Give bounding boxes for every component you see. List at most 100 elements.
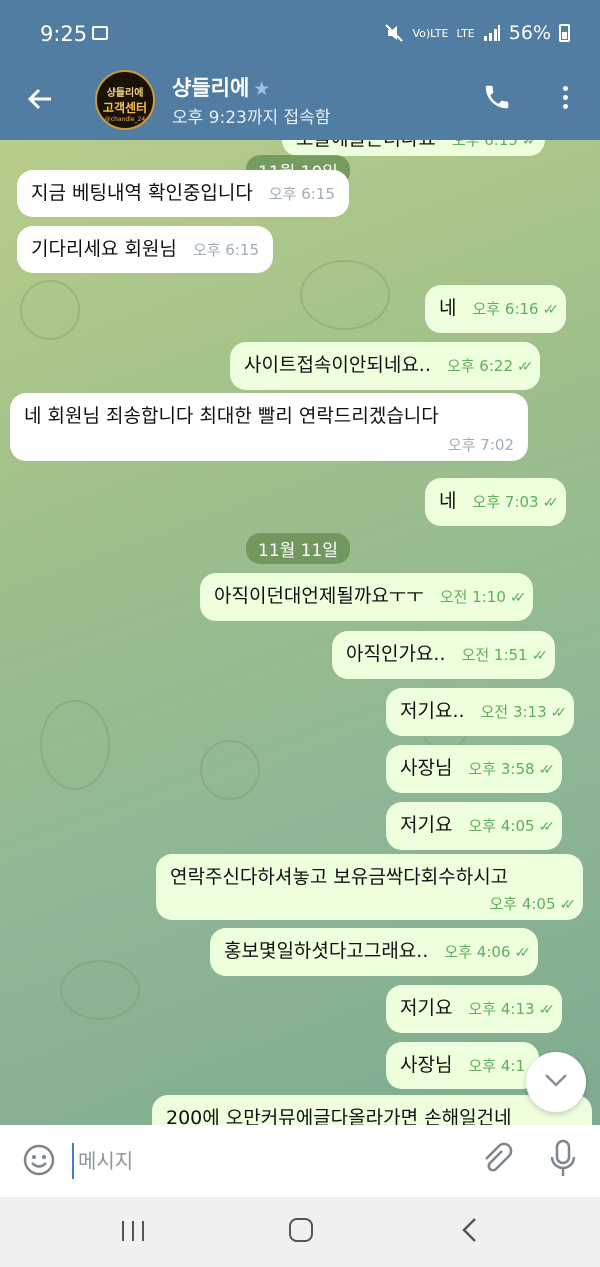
message-text: 네 회원님 죄송합니다 최대한 빨리 연락드리겠습니다 bbox=[24, 405, 439, 427]
message-bubble-incoming[interactable]: 네 회원님 죄송합니다 최대한 빨리 연락드리겠습니다 오후 7:02 bbox=[10, 393, 528, 461]
gallery-icon bbox=[92, 26, 108, 40]
message-bubble-outgoing[interactable]: 네 오후 6:16 ✓✓ bbox=[425, 285, 567, 333]
message-bubble-incoming[interactable]: 기다리세요 회원님 오후 6:15 bbox=[17, 226, 273, 273]
message-meta: 오후 4:13 ✓✓ bbox=[468, 986, 556, 1033]
message-bubble-outgoing[interactable]: 200에 오만커뮤에글다올라가면 손해일건네 bbox=[152, 1095, 592, 1125]
message-text: 아직인가요.. bbox=[346, 643, 446, 665]
volte-label: Vo)LTE bbox=[412, 26, 449, 40]
message-meta: 오후 4:05 ✓✓ bbox=[468, 803, 556, 850]
contact-name: 샹들리에 bbox=[172, 76, 250, 100]
message-meta: 오후 4:05 ✓✓ bbox=[489, 893, 576, 914]
double-check-icon: ✓✓ bbox=[538, 1002, 556, 1018]
message-time: 오후 3:58 bbox=[468, 760, 535, 778]
date-separator: 11월 11일 bbox=[246, 533, 350, 564]
message-time: 오후 4:13 bbox=[468, 1000, 535, 1018]
message-meta: 오전 1:10 ✓✓ bbox=[439, 574, 527, 621]
message-bubble-outgoing[interactable]: 저기요 오후 4:13 ✓✓ bbox=[386, 985, 563, 1033]
nav-back-icon[interactable] bbox=[460, 1217, 480, 1243]
message-time: 오후 4:1 bbox=[468, 1057, 526, 1075]
message-text: 연락주신다하셔놓고 보유금싹다회수하시고 bbox=[170, 866, 509, 888]
message-text: 저기요 bbox=[400, 814, 453, 836]
avatar-line-3: @chandle_24 bbox=[104, 116, 146, 123]
battery-icon bbox=[559, 24, 570, 42]
message-time: 오후 4:05 bbox=[468, 817, 535, 835]
message-time: 오전 1:10 bbox=[439, 588, 506, 606]
avatar-line-2: 고객센터 bbox=[102, 101, 148, 115]
message-time: 오후 6:16 bbox=[472, 300, 539, 318]
message-meta: 오후 4:06 ✓✓ bbox=[444, 929, 531, 976]
message-bubble-outgoing[interactable]: 연락주신다하셔놓고 보유금싹다회수하시고 오후 4:05 ✓✓ bbox=[156, 854, 583, 920]
message-text: 기다리세요 회원님 bbox=[31, 238, 177, 260]
message-bubble-outgoing[interactable]: 네 오후 7:03 ✓✓ bbox=[425, 478, 567, 526]
status-bar: 9:25 Vo)LTE LTE 56% bbox=[0, 0, 600, 70]
message-time: 오후 6:15 bbox=[451, 140, 518, 149]
message-text: 사이트접속이안되네요.. bbox=[244, 354, 431, 376]
message-meta: 오후 6:15 ✓✓ bbox=[451, 140, 539, 164]
message-text: 네 bbox=[439, 297, 457, 319]
double-check-icon: ✓✓ bbox=[531, 648, 549, 664]
double-check-icon: ✓✓ bbox=[538, 819, 556, 835]
background-doodle bbox=[20, 280, 80, 340]
message-time: 오후 4:05 bbox=[489, 895, 556, 913]
message-time: 오후 7:02 bbox=[447, 436, 514, 454]
message-text: 홍보몇일하셧다고그래요.. bbox=[224, 940, 429, 962]
emoji-icon[interactable] bbox=[22, 1143, 56, 1177]
message-meta: 오전 3:13 ✓✓ bbox=[480, 689, 568, 736]
double-check-icon: ✓✓ bbox=[538, 762, 556, 778]
double-check-icon: ✓✓ bbox=[521, 140, 539, 149]
message-bubble-outgoing[interactable]: 아직인가요.. 오전 1:51 ✓✓ bbox=[332, 631, 556, 679]
network-label: LTE bbox=[456, 26, 475, 40]
paperclip-icon[interactable] bbox=[478, 1141, 514, 1177]
status-time: 9:25 bbox=[40, 22, 88, 46]
message-time: 오전 3:13 bbox=[480, 703, 547, 721]
chat-area[interactable]: 오늘에글든러나요 오후 6:15✓✓ 11월 10일 지금 베팅내역 확인중입니… bbox=[0, 140, 600, 1125]
message-text: 네 bbox=[439, 490, 457, 512]
message-bubble-outgoing[interactable]: 저기요.. 오전 3:13 ✓✓ bbox=[386, 688, 575, 736]
status-indicators: Vo)LTE LTE 56% bbox=[384, 22, 570, 44]
message-bubble-outgoing[interactable]: 사이트접속이안되네요.. 오후 6:22 ✓✓ bbox=[230, 342, 541, 390]
message-bubble-outgoing[interactable]: 사장님 오후 4:1 bbox=[386, 1042, 540, 1089]
message-text: 사장님 bbox=[400, 757, 453, 779]
message-time: 오후 7:03 bbox=[472, 493, 539, 511]
message-meta: 오후 6:22 ✓✓ bbox=[447, 343, 534, 390]
message-input[interactable] bbox=[72, 1143, 452, 1179]
avatar[interactable]: 샹들리에 고객센터 @chandle_24 bbox=[95, 70, 155, 130]
recent-apps-icon[interactable] bbox=[122, 1221, 144, 1241]
message-bubble-outgoing[interactable]: 홍보몇일하셧다고그래요.. 오후 4:06 ✓✓ bbox=[210, 928, 538, 976]
message-bubble-incoming[interactable]: 지금 베팅내역 확인중입니다 오후 6:15 bbox=[17, 170, 349, 217]
message-text: 저기요.. bbox=[400, 700, 465, 722]
phone-call-icon[interactable] bbox=[482, 82, 512, 112]
home-icon[interactable] bbox=[289, 1218, 313, 1242]
scroll-down-button[interactable] bbox=[526, 1052, 586, 1112]
message-text: 200에 오만커뮤에글다올라가면 손해일건네 bbox=[166, 1107, 512, 1125]
message-meta: 오후 7:03 ✓✓ bbox=[472, 479, 560, 526]
message-text: 아직이던대언제될까요ㅜㅜ bbox=[214, 585, 424, 607]
message-bubble-outgoing[interactable]: 아직이던대언제될까요ㅜㅜ 오전 1:10 ✓✓ bbox=[200, 573, 534, 621]
double-check-icon: ✓✓ bbox=[517, 359, 534, 375]
double-check-icon: ✓✓ bbox=[542, 302, 560, 318]
background-doodle bbox=[200, 740, 260, 800]
message-bubble-outgoing[interactable]: 사장님 오후 3:58 ✓✓ bbox=[386, 745, 563, 793]
microphone-icon[interactable] bbox=[548, 1139, 578, 1179]
message-meta: 오전 1:51 ✓✓ bbox=[461, 632, 549, 679]
double-check-icon: ✓✓ bbox=[514, 945, 531, 961]
message-input-bar bbox=[0, 1125, 600, 1197]
message-bubble-outgoing[interactable]: 저기요 오후 4:05 ✓✓ bbox=[386, 802, 563, 850]
signal-icon bbox=[483, 25, 500, 41]
background-doodle bbox=[60, 960, 140, 1020]
message-meta: 오후 6:16 ✓✓ bbox=[472, 286, 560, 333]
last-seen-status: 오후 9:23까지 접속함 bbox=[172, 108, 331, 128]
message-text: 저기요 bbox=[400, 997, 453, 1019]
system-navigation-bar bbox=[0, 1197, 600, 1267]
double-check-icon: ✓✓ bbox=[509, 590, 527, 606]
chat-header: 샹들리에 고객센터 @chandle_24 샹들리에 ★ 오후 9:23까지 접속… bbox=[0, 70, 600, 140]
battery-percent: 56% bbox=[508, 22, 551, 44]
chevron-down-icon bbox=[545, 1074, 567, 1087]
background-doodle bbox=[40, 700, 110, 790]
message-text: 지금 베팅내역 확인중입니다 bbox=[31, 182, 253, 204]
message-time: 오전 1:51 bbox=[461, 646, 528, 664]
back-arrow-icon[interactable] bbox=[22, 84, 58, 120]
contact-name-row[interactable]: 샹들리에 ★ bbox=[172, 72, 270, 102]
message-bubble-partial[interactable]: 오늘에글든러나요 오후 6:15✓✓ bbox=[282, 140, 546, 156]
more-options-icon[interactable] bbox=[555, 82, 575, 116]
